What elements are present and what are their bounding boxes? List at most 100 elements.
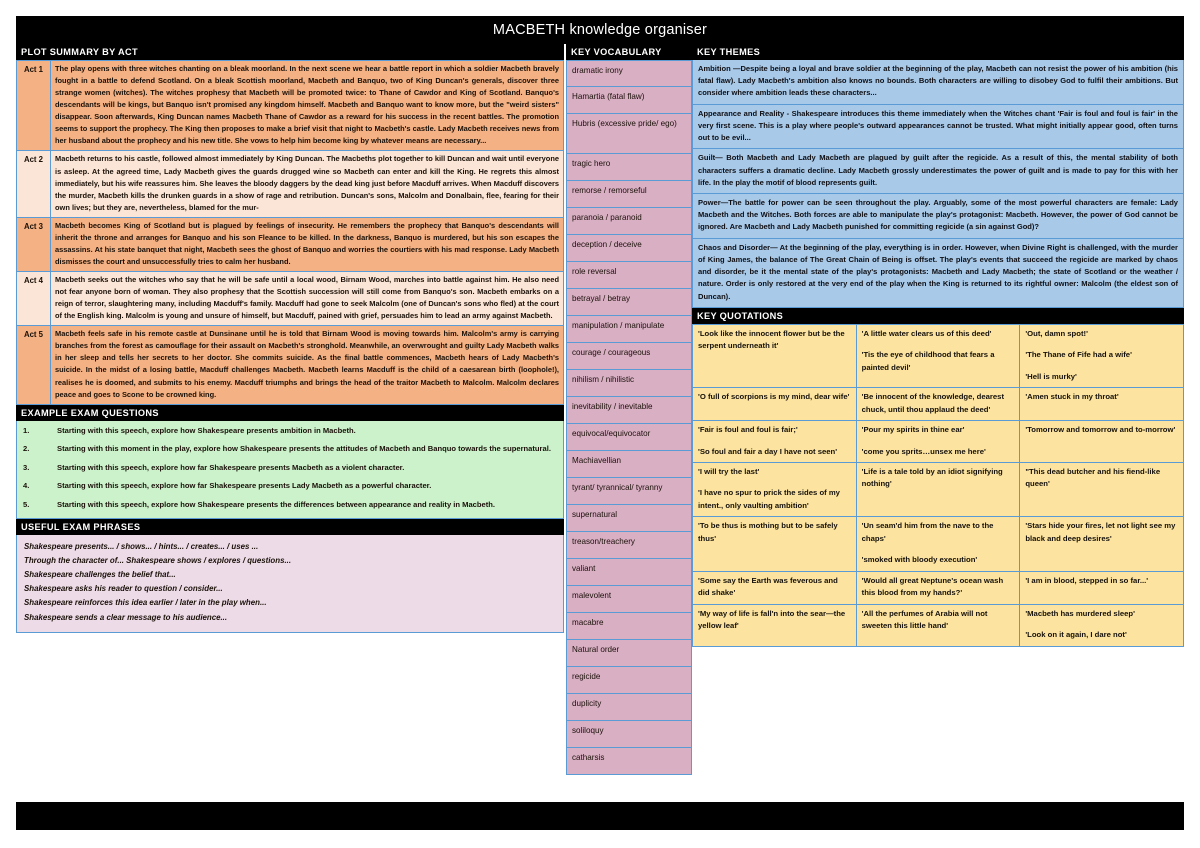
quotation-line: 'Life is a tale told by an idiot signify… xyxy=(861,467,1003,489)
list-item: 3. Starting with this speech, explore ho… xyxy=(23,462,557,475)
quotation-cell: 'Would all great Neptune's ocean wash th… xyxy=(855,570,1021,605)
list-item: Machiavellian xyxy=(566,451,692,478)
quotation-cell: 'Fair is foul and foul is fair;' 'So foul… xyxy=(692,420,857,463)
exam-question-text: Starting with this speech, explore how f… xyxy=(57,462,405,472)
exam-question-number: 4. xyxy=(23,481,30,491)
list-item: Shakespeare asks his reader to question … xyxy=(24,584,223,594)
list-item: Through the character of... Shakespeare … xyxy=(24,556,292,566)
list-item: 5. Starting with this speech, explore ho… xyxy=(23,499,557,512)
quotation-cell: 'Look like the innocent flower but be th… xyxy=(692,323,857,389)
acts-table: Act 1 The play opens with three witches … xyxy=(16,59,564,405)
theme-ambition: Ambition —Despite being a loyal and brav… xyxy=(692,60,1184,105)
quotation-line: 'Un seam'd him from the nave to the chap… xyxy=(861,521,994,543)
list-item: 4. Starting with this speech, explore ho… xyxy=(23,480,557,493)
list-item: soliloquy xyxy=(566,721,692,748)
list-item: tragic hero xyxy=(566,154,692,181)
list-item: role reversal xyxy=(566,262,692,289)
exam-question-text: Starting with this speech, explore how S… xyxy=(57,499,496,509)
theme-power: Power—The battle for power can be seen t… xyxy=(692,193,1184,239)
list-item: supernatural xyxy=(566,505,692,532)
quotation-cell: 'O full of scorpions is my mind, dear wi… xyxy=(692,387,857,422)
table-row: Act 5 Macbeth feels safe in his remote c… xyxy=(16,325,564,405)
quotations-table-body: 'Look like the innocent flower but be th… xyxy=(692,323,1184,647)
act-label: Act 1 xyxy=(16,59,51,152)
exam-question-number: 5. xyxy=(23,499,30,509)
quotation-line: 'O full of scorpions is my mind, dear wi… xyxy=(698,392,850,402)
quotation-cell: 'Macbeth has murdered sleep' 'Look on it … xyxy=(1019,603,1184,647)
list-item: Hubris (excessive pride/ ego) xyxy=(566,114,692,154)
quotation-line: 'I will try the last' xyxy=(698,467,760,476)
exam-question-text: Starting with this speech, explore how S… xyxy=(57,425,356,435)
page-title-text: MACBETH knowledge organiser xyxy=(492,22,708,38)
table-row: Act 1 The play opens with three witches … xyxy=(16,59,564,152)
table-row: Act 3 Macbeth becomes King of Scotland b… xyxy=(16,216,564,273)
list-item: macabre xyxy=(566,613,692,640)
quotation-line: 'Would all great Neptune's ocean wash th… xyxy=(861,575,1004,598)
table-row: 'To be thus is mothing but to be safely … xyxy=(692,516,1184,572)
list-item: Shakespeare reinforces this idea earlier… xyxy=(24,598,267,608)
act-summary: Macbeth becomes King of Scotland but is … xyxy=(50,216,564,273)
useful-phrases-heading-text: USEFUL EXAM PHRASES xyxy=(21,522,141,533)
useful-phrases-list: Shakespeare presents... / shows... / hin… xyxy=(16,535,564,633)
quotation-cell: 'Amen stuck in my throat' xyxy=(1019,387,1184,422)
quotation-cell: "This dead butcher and his fiend-like qu… xyxy=(1019,461,1184,518)
quotation-line: 'Pour my spirits in thine ear' xyxy=(861,425,965,435)
list-item: nihilism / nihilistic xyxy=(566,370,692,397)
key-quotations-heading-text: KEY QUOTATIONS xyxy=(697,310,784,321)
table-row: 'O full of scorpions is my mind, dear wi… xyxy=(692,387,1184,422)
list-item: 2. Starting with this moment in the play… xyxy=(23,443,557,456)
table-row: Act 4 Macbeth seeks out the witches who … xyxy=(16,270,564,327)
quotation-line: 'Tomorrow and tomorrow and to-morrow' xyxy=(1025,425,1176,435)
quotation-cell: 'Stars hide your fires, let not light se… xyxy=(1019,516,1184,572)
quotation-line: 'The Thane of Fife had a wife' xyxy=(1025,350,1132,360)
quotation-line: 'My way of life is fall'n into the sear—… xyxy=(698,608,846,631)
table-row: 'My way of life is fall'n into the sear—… xyxy=(692,603,1184,647)
list-item: treason/treachery xyxy=(566,532,692,559)
act-summary: Macbeth returns to his castle, followed … xyxy=(50,150,564,218)
quotation-line: 'Stars hide your fires, let not light se… xyxy=(1025,521,1176,543)
act-label: Act 4 xyxy=(16,270,51,327)
quotation-cell: 'I will try the last' 'I have no spur to … xyxy=(692,461,857,518)
quotation-line: 'smoked with bloody execution' xyxy=(861,555,978,565)
table-row: 'Look like the innocent flower but be th… xyxy=(692,323,1184,389)
act-summary: Macbeth feels safe in his remote castle … xyxy=(50,325,564,405)
exam-question-number: 3. xyxy=(23,462,30,472)
quotation-cell: 'My way of life is fall'n into the sear—… xyxy=(692,603,857,647)
knowledge-organiser-page: MACBETH knowledge organiser PLOT SUMMARY… xyxy=(0,0,1200,848)
exam-question-number: 2. xyxy=(23,444,30,454)
quotation-cell: 'I am in blood, stepped in so far...' xyxy=(1019,570,1184,605)
list-item: courage / courageous xyxy=(566,343,692,370)
exam-question-text: Starting with this moment in the play, e… xyxy=(57,444,551,454)
quotation-line: 'Macbeth has murdered sleep' xyxy=(1025,608,1135,618)
act-summary: Macbeth seeks out the witches who say th… xyxy=(50,270,564,327)
footer-bar xyxy=(16,802,1184,830)
quotation-line: 'Look on it again, I dare not' xyxy=(1025,630,1127,640)
key-themes-heading-text: KEY THEMES xyxy=(697,47,761,57)
quotation-cell: 'Pour my spirits in thine ear' 'come you … xyxy=(855,420,1021,463)
list-item: deception / deceive xyxy=(566,235,692,262)
list-item: valiant xyxy=(566,559,692,586)
quotation-cell: 'Life is a tale told by an idiot signify… xyxy=(855,461,1021,518)
quotation-line: 'I have no spur to prick the sides of my… xyxy=(698,488,840,510)
exam-question-text: Starting with this speech, explore how f… xyxy=(57,481,432,491)
quotation-line: 'A little water clears us of this deed' xyxy=(861,328,992,338)
list-item: catharsis xyxy=(566,748,692,775)
quotation-line: 'Fair is foul and foul is fair;' xyxy=(698,425,798,435)
page-title: MACBETH knowledge organiser xyxy=(16,16,1184,44)
quotation-line: 'Be innocent of the knowledge, dearest c… xyxy=(861,392,1005,414)
quotation-cell: 'Un seam'd him from the nave to the chap… xyxy=(855,516,1021,572)
quotation-cell: 'A little water clears us of this deed' '… xyxy=(855,323,1021,389)
quotation-line: 'Amen stuck in my throat' xyxy=(1025,392,1119,402)
theme-guilt: Guilt— Both Macbeth and Lady Macbeth are… xyxy=(692,149,1184,194)
list-item: dramatic irony xyxy=(566,60,692,87)
list-item: equivocal/equivocator xyxy=(566,424,692,451)
quotation-line: 'To be thus is mothing but to be safely … xyxy=(698,521,838,543)
exam-questions-heading-text: EXAMPLE EXAM QUESTIONS xyxy=(21,407,159,418)
exam-question-number: 1. xyxy=(23,425,30,435)
table-row: 'Fair is foul and foul is fair;' 'So foul… xyxy=(692,420,1184,463)
quotation-cell: 'All the perfumes of Arabia will not swe… xyxy=(855,603,1021,647)
act-label: Act 2 xyxy=(16,150,51,218)
list-item: regicide xyxy=(566,667,692,694)
list-item: 1. Starting with this speech, explore ho… xyxy=(23,425,557,438)
quotation-line: "This dead butcher and his fiend-like qu… xyxy=(1025,467,1161,489)
